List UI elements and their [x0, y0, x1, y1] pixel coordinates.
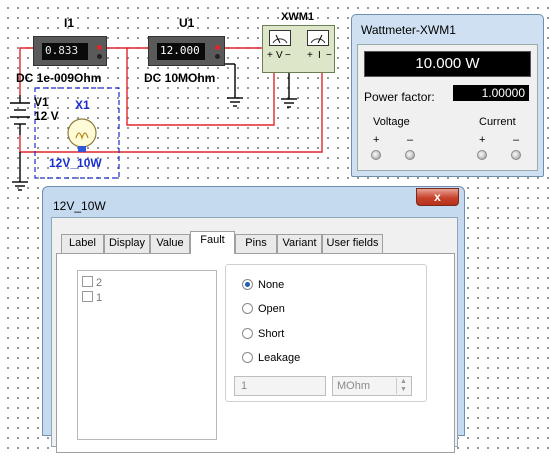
- leakage-unit-spinner[interactable]: MOhm ▲ ▼: [332, 376, 412, 396]
- battery-ref: V1: [34, 95, 49, 109]
- dialog-body: Label Display Value Fault Pins Variant U…: [51, 217, 458, 453]
- radio-leakage[interactable]: Leakage: [242, 352, 300, 364]
- voltmeter-reading: 12.000: [157, 43, 205, 60]
- dialog-title: 12V_10W: [53, 199, 106, 213]
- component-properties-dialog[interactable]: 12V_10W x Label Display Value Fault Pins…: [42, 186, 465, 453]
- voltage-minus-label: –: [407, 134, 414, 146]
- tab-display[interactable]: Display: [104, 234, 150, 253]
- leakage-value-input[interactable]: 1: [234, 376, 326, 396]
- ammeter-reading: 0.833: [42, 43, 88, 60]
- voltmeter-ref: U1: [179, 16, 195, 30]
- current-plus-terminal[interactable]: [477, 150, 487, 160]
- wattmeter-symbol[interactable]: + V − + I −: [262, 25, 335, 73]
- tab-user-fields[interactable]: User fields: [322, 234, 383, 253]
- minus-terminal-icon: [215, 54, 220, 59]
- current-dial-icon: [307, 30, 329, 46]
- tab-pins[interactable]: Pins: [235, 234, 277, 253]
- minus-terminal-icon: [97, 54, 102, 59]
- pin-list[interactable]: 2 1: [77, 270, 217, 440]
- current-label: Current: [479, 116, 516, 128]
- checkbox-icon[interactable]: [82, 291, 93, 302]
- voltage-plus-terminal[interactable]: [371, 150, 381, 160]
- battery-value: 12 V: [34, 109, 59, 123]
- close-icon: x: [434, 190, 441, 204]
- voltage-label: Voltage: [373, 116, 410, 128]
- radio-selected-icon: [242, 279, 253, 290]
- voltmeter-spec: DC 10MOhm: [144, 71, 216, 85]
- power-factor-label: Power factor:: [364, 90, 435, 104]
- wattmeter-ref: XWM1: [281, 11, 314, 23]
- i-label: I: [318, 50, 321, 61]
- wattmeter-panel: 10.000 W Power factor: 1.00000 Voltage C…: [357, 44, 538, 171]
- ammeter-ref: I1: [64, 16, 75, 30]
- wattmeter-window[interactable]: Wattmeter-XWM1 10.000 W Power factor: 1.…: [351, 14, 544, 177]
- close-button[interactable]: x: [416, 188, 459, 206]
- tab-variant[interactable]: Variant: [277, 234, 322, 253]
- current-plus-label: +: [479, 134, 486, 146]
- radio-icon: [242, 352, 253, 363]
- radio-none[interactable]: None: [242, 279, 284, 291]
- voltmeter-u1[interactable]: 12.000: [148, 36, 225, 66]
- power-display: 10.000 W: [364, 51, 531, 77]
- current-minus-terminal[interactable]: [511, 150, 521, 160]
- tab-fault[interactable]: Fault: [190, 231, 235, 254]
- radio-open[interactable]: Open: [242, 303, 285, 315]
- tab-label[interactable]: Label: [61, 234, 104, 253]
- spinner-arrows-icon[interactable]: ▲ ▼: [396, 378, 410, 394]
- window-title: Wattmeter-XWM1: [361, 23, 456, 37]
- checkbox-icon[interactable]: [82, 276, 93, 287]
- voltage-dial-icon: [269, 30, 291, 46]
- list-item[interactable]: 2: [82, 276, 102, 289]
- plus-terminal-icon: [97, 45, 102, 50]
- ammeter-i1[interactable]: 0.833: [33, 36, 107, 66]
- current-minus-label: –: [513, 134, 520, 146]
- fault-tab-panel: 2 1 None Open Short Leakage 1 MOhm ▲ ▼: [56, 253, 455, 453]
- radio-icon: [242, 303, 253, 314]
- radio-icon: [242, 328, 253, 339]
- list-item[interactable]: 1: [82, 291, 102, 304]
- radio-short[interactable]: Short: [242, 328, 284, 340]
- lamp-ref: X1: [75, 98, 90, 112]
- power-factor-value: 1.00000: [453, 85, 529, 101]
- ammeter-spec: DC 1e-009Ohm: [16, 71, 102, 85]
- v-label: V: [276, 50, 283, 61]
- lamp-value: 12V_10W: [49, 156, 102, 170]
- voltage-minus-terminal[interactable]: [405, 150, 415, 160]
- plus-terminal-icon: [215, 45, 220, 50]
- voltage-plus-label: +: [373, 134, 380, 146]
- fault-option-group: None Open Short Leakage 1 MOhm ▲ ▼: [225, 264, 427, 402]
- tab-value[interactable]: Value: [150, 234, 190, 253]
- lamp-bulb: [67, 118, 97, 148]
